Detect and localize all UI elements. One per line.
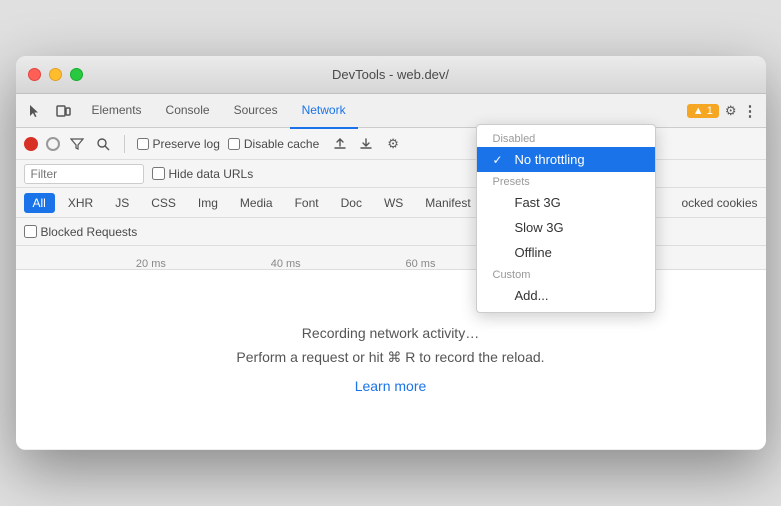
filter-ws[interactable]: WS xyxy=(375,193,412,213)
filter-doc[interactable]: Doc xyxy=(332,193,371,213)
filter-css[interactable]: CSS xyxy=(142,193,185,213)
maximize-button[interactable] xyxy=(70,68,83,81)
filter-all[interactable]: All xyxy=(24,193,55,213)
dropdown-section-disabled: Disabled xyxy=(477,129,655,147)
mark-20ms: 20 ms xyxy=(136,258,166,270)
hide-data-urls-label[interactable]: Hide data URLs xyxy=(152,167,254,181)
window-title: DevTools - web.dev/ xyxy=(332,67,449,82)
devtools-tabs: Elements Console Sources Network ▲ 1 ⚙ ⋮ xyxy=(16,94,766,128)
traffic-lights xyxy=(28,68,83,81)
filter-img[interactable]: Img xyxy=(189,193,227,213)
separator xyxy=(124,135,125,153)
learn-more-link[interactable]: Learn more xyxy=(355,378,427,394)
recording-text: Recording network activity… xyxy=(302,325,479,341)
blocked-requests-checkbox[interactable] xyxy=(24,225,37,238)
record-button[interactable] xyxy=(24,137,38,151)
close-button[interactable] xyxy=(28,68,41,81)
tab-console[interactable]: Console xyxy=(154,93,222,129)
filter-xhr[interactable]: XHR xyxy=(59,193,102,213)
settings-icon[interactable]: ⚙ xyxy=(725,103,737,119)
download-icon[interactable] xyxy=(357,135,375,153)
devtools-window: DevTools - web.dev/ Elements Console Sou… xyxy=(16,56,766,450)
dropdown-section-custom: Custom xyxy=(477,265,655,283)
filter-media[interactable]: Media xyxy=(231,193,282,213)
mark-60ms: 60 ms xyxy=(406,258,436,270)
upload-icon[interactable] xyxy=(331,135,349,153)
tab-network[interactable]: Network xyxy=(290,93,358,129)
title-bar: DevTools - web.dev/ xyxy=(16,56,766,94)
dropdown-item-fast3g[interactable]: Fast 3G xyxy=(477,190,655,215)
more-icon[interactable]: ⋮ xyxy=(743,102,758,120)
dropdown-section-presets: Presets xyxy=(477,172,655,190)
filter-input[interactable] xyxy=(24,164,144,184)
blocked-cookies-text: ocked cookies xyxy=(681,196,757,210)
tab-elements[interactable]: Elements xyxy=(80,93,154,129)
stop-button[interactable] xyxy=(46,137,60,151)
perform-text: Perform a request or hit ⌘ R to record t… xyxy=(236,349,544,366)
tab-sources[interactable]: Sources xyxy=(222,93,290,129)
disable-cache-label[interactable]: Disable cache xyxy=(228,137,319,151)
check-mark-icon: ✓ xyxy=(493,153,507,167)
filter-icon[interactable] xyxy=(68,135,86,153)
filter-js[interactable]: JS xyxy=(106,193,138,213)
mark-40ms: 40 ms xyxy=(271,258,301,270)
preserve-log-checkbox[interactable] xyxy=(137,138,149,150)
cursor-icon[interactable] xyxy=(24,100,46,122)
dropdown-item-slow3g[interactable]: Slow 3G xyxy=(477,215,655,240)
filter-font[interactable]: Font xyxy=(286,193,328,213)
filter-manifest[interactable]: Manifest xyxy=(416,193,479,213)
warning-badge[interactable]: ▲ 1 xyxy=(687,104,719,118)
hide-data-urls-checkbox[interactable] xyxy=(152,167,165,180)
search-icon[interactable] xyxy=(94,135,112,153)
device-icon[interactable] xyxy=(52,100,74,122)
tab-right-icons: ▲ 1 ⚙ ⋮ xyxy=(687,102,758,120)
minimize-button[interactable] xyxy=(49,68,62,81)
dropdown-item-no-throttling[interactable]: ✓ No throttling xyxy=(477,147,655,172)
dropdown-item-offline[interactable]: Offline xyxy=(477,240,655,265)
disable-cache-checkbox[interactable] xyxy=(228,138,240,150)
preserve-log-label[interactable]: Preserve log xyxy=(137,137,220,151)
throttle-dropdown-menu: Disabled ✓ No throttling Presets Fast 3G… xyxy=(476,124,656,313)
network-settings-icon[interactable]: ⚙ xyxy=(387,136,399,152)
blocked-requests-label[interactable]: Blocked Requests xyxy=(24,225,138,239)
dropdown-item-add[interactable]: Add... xyxy=(477,283,655,308)
